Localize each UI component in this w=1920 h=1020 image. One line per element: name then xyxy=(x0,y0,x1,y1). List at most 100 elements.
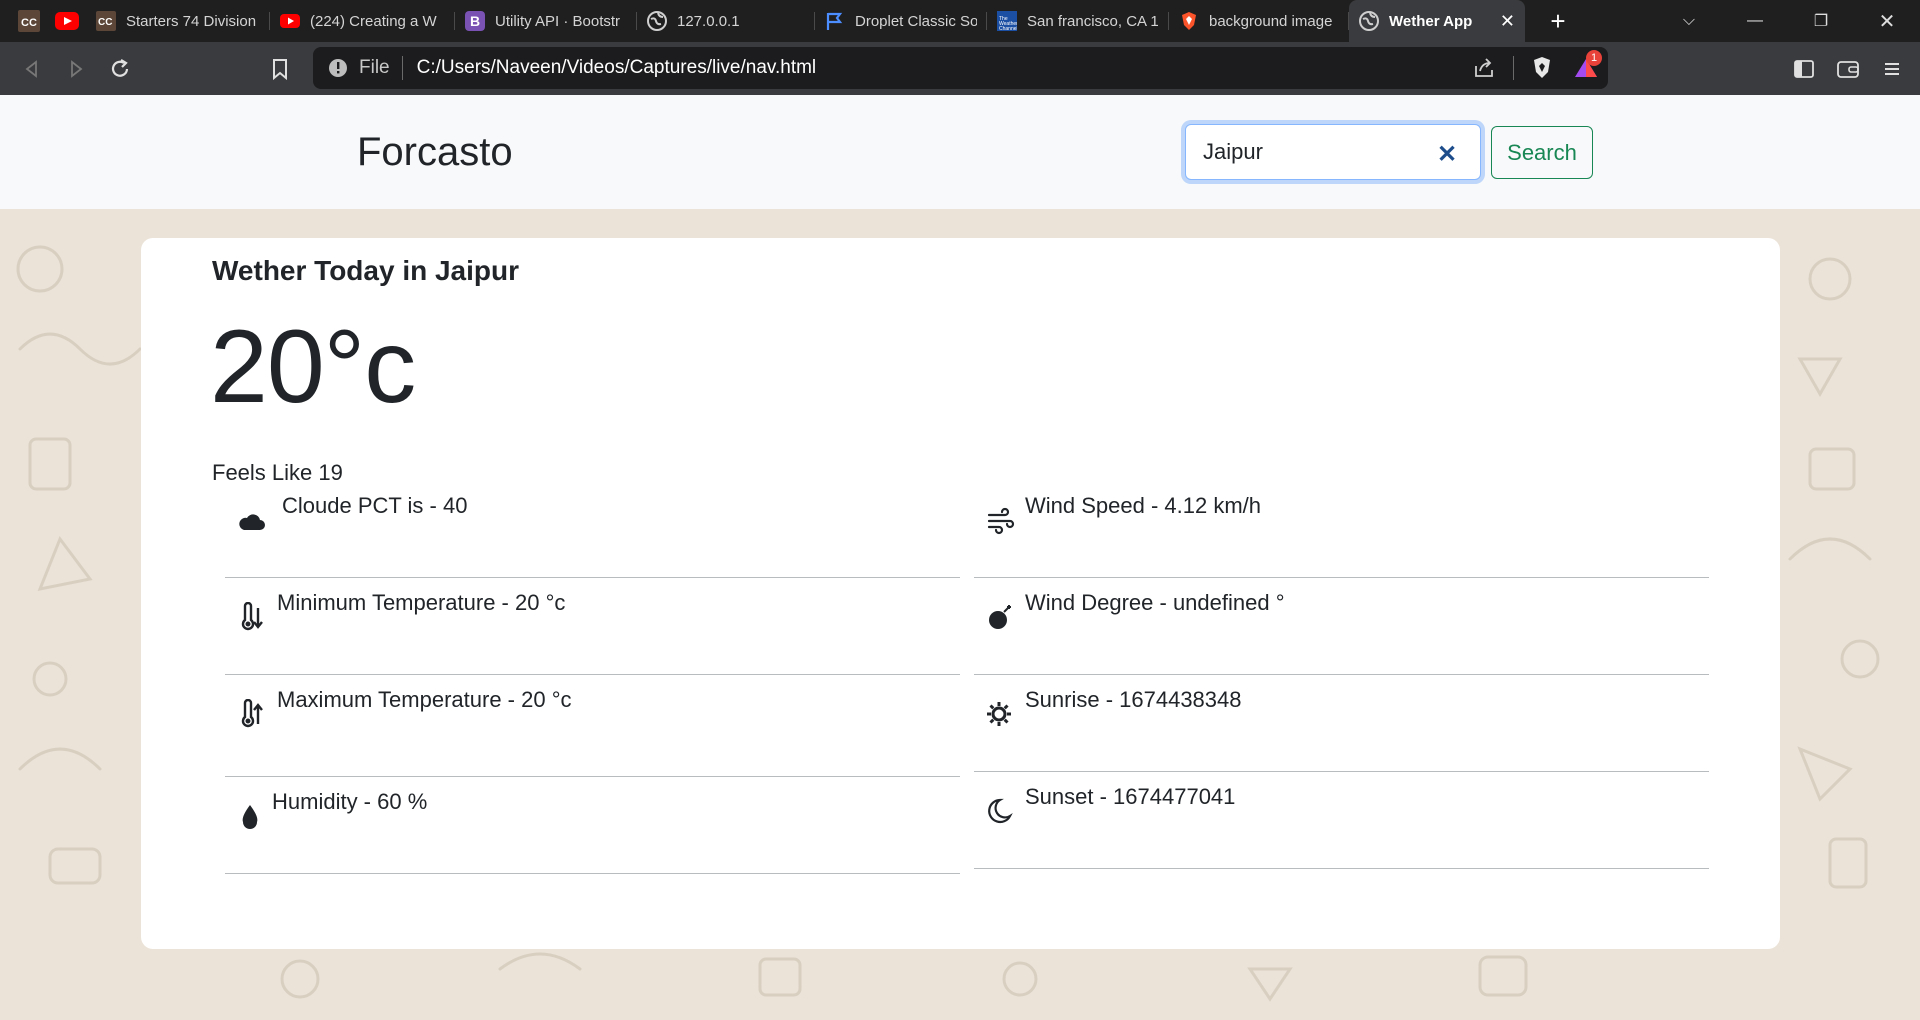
toolbar-right xyxy=(1782,42,1920,95)
tab-label: (224) Creating a W xyxy=(310,12,437,30)
address-scheme: File xyxy=(359,56,403,80)
info-icon[interactable] xyxy=(327,57,349,79)
back-button[interactable] xyxy=(10,49,54,89)
bookmark-button[interactable] xyxy=(258,49,302,89)
page-navbar: Forcasto ✕ Search xyxy=(0,95,1920,209)
temperature-value: 20°c xyxy=(210,309,416,425)
rewards-badge: 1 xyxy=(1586,50,1602,66)
reload-button[interactable] xyxy=(98,49,142,89)
address-url[interactable]: C:/Users/Naveen/Videos/Captures/live/nav… xyxy=(417,57,817,79)
pinned-tab-youtube[interactable] xyxy=(48,0,86,42)
list-item: Wind Speed - 4.12 km/h xyxy=(974,481,1709,578)
svg-text:Channel: Channel xyxy=(999,26,1017,31)
compass-icon xyxy=(989,605,1011,629)
bookmark-icon xyxy=(273,58,287,80)
browser-toolbar: File C:/Users/Naveen/Videos/Captures/liv… xyxy=(0,42,1920,95)
pinned-tab-codechef[interactable]: CC xyxy=(10,0,48,42)
sun-icon xyxy=(987,702,1011,726)
navbar-brand[interactable]: Forcasto xyxy=(357,130,513,175)
humidity-text: Humidity - 60 % xyxy=(272,789,428,814)
moon-icon xyxy=(988,798,1013,824)
wind-icon xyxy=(987,507,1015,535)
max-temp-text: Maximum Temperature - 20 °c xyxy=(277,687,572,712)
tab-label: background image xyxy=(1209,12,1333,30)
share-icon xyxy=(1475,58,1493,77)
svg-text:B: B xyxy=(470,13,480,29)
weather-title: Wether Today in Jaipur xyxy=(212,255,520,286)
sunrise-text: Sunrise - 1674438348 xyxy=(1025,687,1242,712)
svg-text:CC: CC xyxy=(98,17,112,28)
sidebar-icon xyxy=(1794,59,1814,78)
search-button[interactable]: Search xyxy=(1491,126,1593,179)
min-temp-text: Minimum Temperature - 20 °c xyxy=(277,590,566,615)
thermometer-high-icon xyxy=(241,699,263,728)
tab-youtube[interactable]: (224) Creating a W xyxy=(270,0,455,42)
flag-icon xyxy=(826,12,843,30)
cloud-icon xyxy=(239,514,265,530)
list-item: Minimum Temperature - 20 °c xyxy=(225,578,960,675)
tab-weather-channel[interactable]: The Weather Channel San francisco, CA 1 xyxy=(987,0,1169,42)
codechef-icon: CC xyxy=(96,11,116,31)
tab-background-image[interactable]: background image xyxy=(1169,0,1349,42)
list-item: Humidity - 60 % xyxy=(225,777,960,874)
address-bar[interactable]: File C:/Users/Naveen/Videos/Captures/liv… xyxy=(313,47,1608,89)
share-button[interactable] xyxy=(1463,48,1507,88)
list-item: Maximum Temperature - 20 °c xyxy=(225,675,960,777)
sidebar-toggle-button[interactable] xyxy=(1782,49,1826,89)
window-controls: ⌵ — ❐ ✕ xyxy=(1656,0,1920,42)
tab-label: Starters 74 Division xyxy=(126,12,257,30)
forward-arrow-icon xyxy=(71,59,83,78)
list-item: Sunset - 1674477041 xyxy=(974,772,1709,869)
hamburger-menu-icon xyxy=(1885,62,1899,75)
tab-droplet[interactable]: Droplet Classic Sol xyxy=(815,0,987,42)
tab-wether-app[interactable]: Wether App ✕ xyxy=(1349,0,1525,42)
tab-bootstrap[interactable]: B Utility API · Bootstr xyxy=(455,0,637,42)
globe-icon xyxy=(1359,11,1379,31)
wallet-button[interactable] xyxy=(1826,49,1870,89)
youtube-icon xyxy=(280,14,300,28)
weather-list-right: Wind Speed - 4.12 km/h Wind Degree - und… xyxy=(974,481,1709,869)
forward-button[interactable] xyxy=(54,49,98,89)
brave-shields-button[interactable] xyxy=(1520,48,1564,88)
tab-label: 127.0.0.1 xyxy=(677,12,740,30)
codechef-icon: CC xyxy=(18,10,40,32)
brave-lion-icon xyxy=(1534,57,1550,78)
cloud-pct-text: Cloude PCT is - 40 xyxy=(282,493,468,518)
browser-tab-strip: CC CC Starters 74 Division (224) Creatin… xyxy=(0,0,1920,42)
close-window-button[interactable]: ✕ xyxy=(1854,9,1920,34)
restore-button[interactable]: ❐ xyxy=(1788,11,1854,31)
bootstrap-icon: B xyxy=(465,11,485,31)
brave-icon xyxy=(1182,12,1196,30)
tab-localhost[interactable]: 127.0.0.1 xyxy=(637,0,815,42)
tab-codechef[interactable]: CC Starters 74 Division xyxy=(86,0,270,42)
brave-rewards-button[interactable]: 1 xyxy=(1564,48,1608,88)
tab-label: Wether App xyxy=(1389,12,1473,30)
main-menu-button[interactable] xyxy=(1870,49,1914,89)
wallet-icon xyxy=(1837,60,1859,78)
wind-degree-text: Wind Degree - undefined ° xyxy=(1025,590,1285,615)
svg-text:CC: CC xyxy=(21,17,37,29)
close-tab-icon[interactable]: ✕ xyxy=(1486,11,1515,32)
youtube-icon xyxy=(55,12,79,30)
weather-card: Wether Today in Jaipur 20°c Feels Like 1… xyxy=(141,238,1780,949)
tab-label: San francisco, CA 1 xyxy=(1027,12,1159,30)
list-item: Wind Degree - undefined ° xyxy=(974,578,1709,675)
new-tab-button[interactable]: + xyxy=(1541,6,1575,37)
reload-icon xyxy=(111,58,129,77)
weather-channel-icon: TheWeatherChannel xyxy=(997,11,1017,31)
tab-search-chevron-icon[interactable]: ⌵ xyxy=(1656,12,1722,30)
search-clear-icon[interactable]: ✕ xyxy=(1437,140,1457,169)
thermometer-low-icon xyxy=(241,602,263,631)
wind-speed-text: Wind Speed - 4.12 km/h xyxy=(1025,493,1262,518)
droplet-icon xyxy=(242,805,258,829)
back-arrow-icon xyxy=(25,59,37,78)
minimize-button[interactable]: — xyxy=(1722,12,1788,30)
globe-icon xyxy=(647,11,667,31)
tab-label: Droplet Classic Sol xyxy=(855,12,977,30)
address-bar-actions: 1 xyxy=(1463,47,1608,89)
tab-label: Utility API · Bootstr xyxy=(495,12,621,30)
weather-list-left: Cloude PCT is - 40 Minimum Temperature -… xyxy=(225,481,960,874)
list-item: Sunrise - 1674438348 xyxy=(974,675,1709,772)
list-item: Cloude PCT is - 40 xyxy=(225,481,960,578)
sunset-text: Sunset - 1674477041 xyxy=(1025,784,1236,809)
